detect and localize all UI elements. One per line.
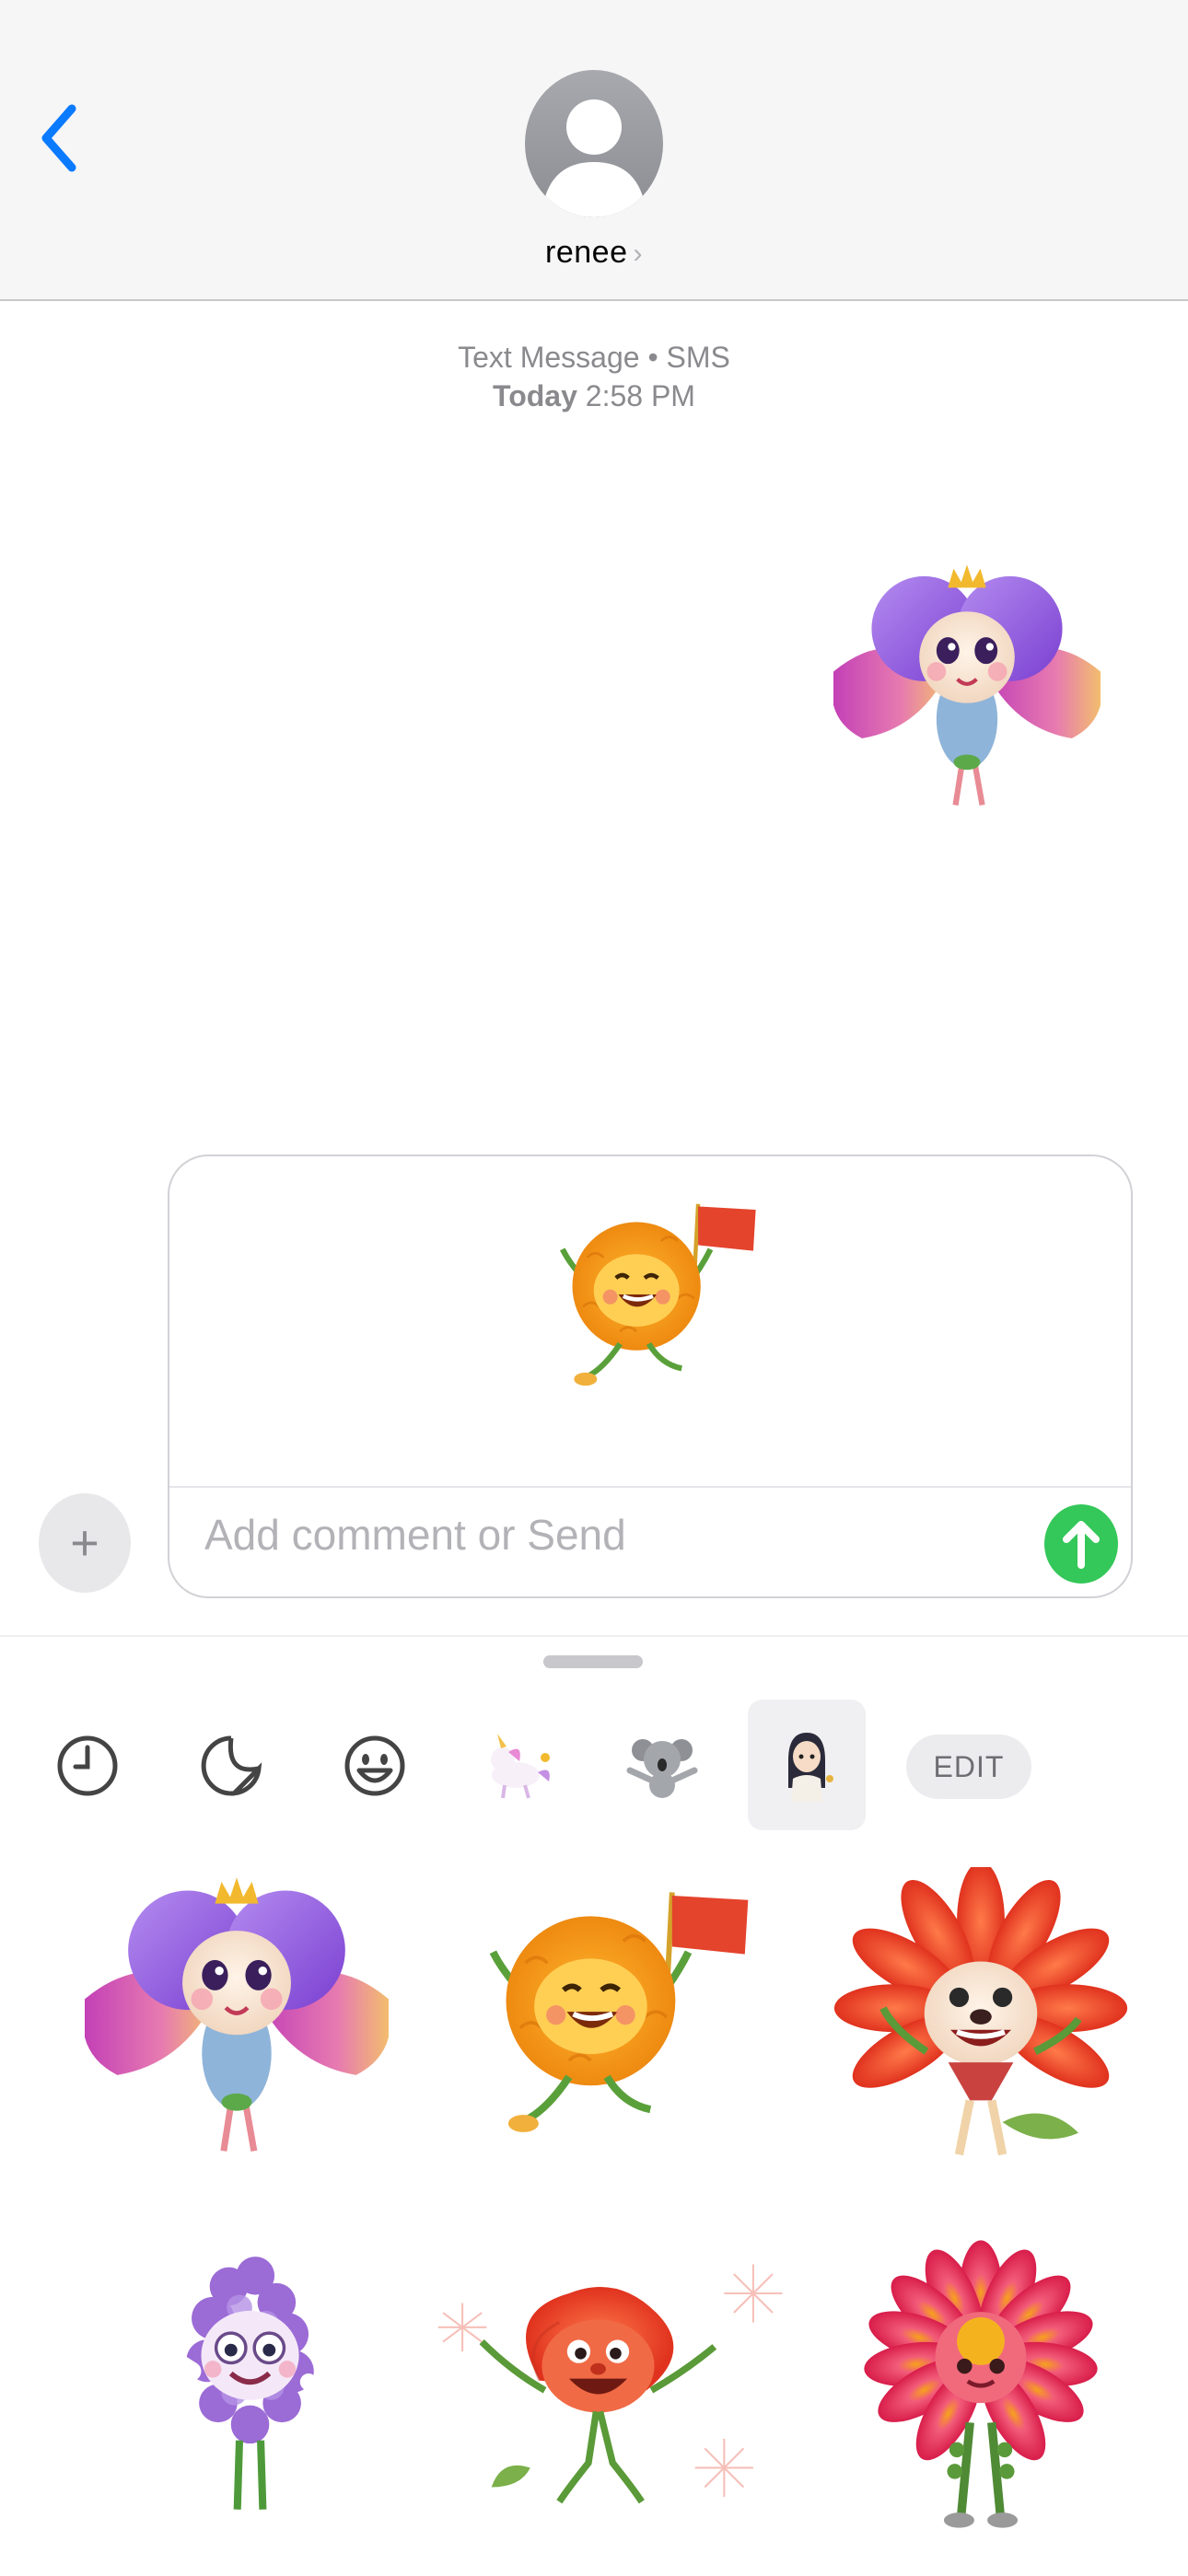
girl-sticker-pack-icon	[788, 1733, 833, 1802]
contact-name[interactable]: renee ›	[0, 235, 1188, 271]
sticker-red-gerbera[interactable]	[829, 1867, 1133, 2171]
compose-divider	[169, 1486, 1131, 1488]
tab-koala-pack[interactable]	[621, 1722, 704, 1810]
apps-plus-button[interactable]: +	[39, 1493, 131, 1593]
smiley-icon	[344, 1735, 405, 1796]
drawer-grabber[interactable]	[543, 1655, 643, 1668]
back-button[interactable]	[35, 101, 90, 175]
message-input[interactable]: Add comment or Send	[204, 1510, 626, 1560]
timestamp-time: 2:58 PM	[585, 379, 695, 412]
tab-recents[interactable]	[46, 1722, 129, 1810]
contact-avatar[interactable]	[525, 70, 663, 217]
person-silhouette-icon	[543, 99, 645, 217]
chevron-right-icon: ›	[633, 238, 643, 269]
unicorn-sticker-pack-icon	[491, 1734, 550, 1799]
tab-stickers[interactable]	[190, 1722, 273, 1810]
sent-sticker-iris[interactable]	[833, 525, 1101, 847]
sticker-iris-princess[interactable]	[85, 1863, 389, 2167]
timestamp: Today 2:58 PM	[0, 379, 1188, 413]
sticker-peel-icon	[201, 1735, 262, 1796]
koala-sticker-pack-icon	[626, 1739, 698, 1798]
sticker-dahlia[interactable]	[829, 2234, 1133, 2547]
service-label: Text Message • SMS	[458, 341, 730, 374]
pending-sticker-marigold[interactable]	[538, 1175, 768, 1414]
timestamp-day: Today	[493, 379, 577, 412]
send-button[interactable]	[1044, 1504, 1118, 1584]
chevron-left-icon	[41, 104, 76, 172]
sticker-lavender-peace[interactable]	[101, 2235, 378, 2539]
compose-box[interactable]: Add comment or Send	[168, 1155, 1133, 1598]
tab-emoji[interactable]	[333, 1722, 416, 1810]
arrow-up-icon	[1063, 1521, 1100, 1569]
contact-name-label: renee	[545, 235, 628, 270]
sticker-marigold-flag[interactable]	[460, 1865, 764, 2169]
edit-button[interactable]: EDIT	[906, 1735, 1031, 1799]
sticker-drawer: EDIT	[0, 1635, 1188, 2576]
conversation-header: renee ›	[0, 0, 1188, 301]
tab-unicorn-pack[interactable]	[477, 1722, 560, 1810]
plus-icon: +	[70, 1515, 99, 1571]
clock-icon	[57, 1735, 118, 1796]
tab-girl-pack[interactable]	[748, 1700, 866, 1830]
sticker-poppy-sparkler[interactable]	[424, 2206, 792, 2565]
